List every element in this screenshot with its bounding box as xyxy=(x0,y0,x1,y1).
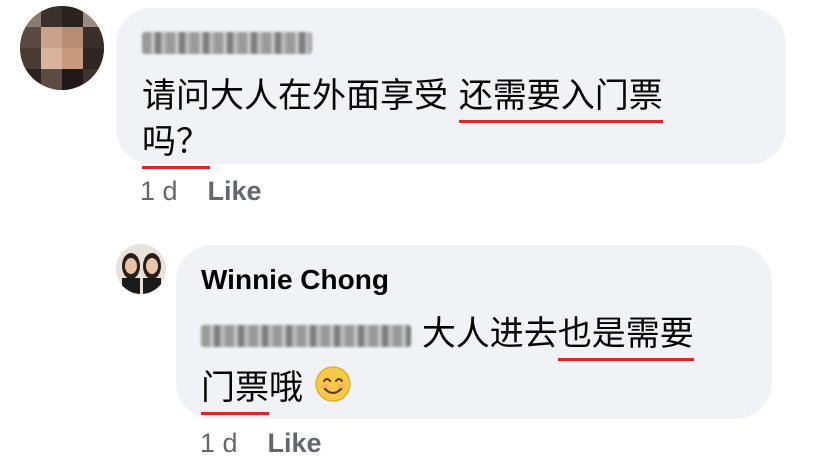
commenter-avatar[interactable] xyxy=(20,6,104,90)
reply-author-name[interactable]: Winnie Chong xyxy=(201,264,389,296)
pixelated-avatar-icon xyxy=(20,6,104,90)
smiling-face-emoji-icon xyxy=(314,365,352,412)
like-button[interactable]: Like xyxy=(268,428,322,458)
underlined-phrase: 还需要入门票 xyxy=(458,76,663,123)
like-button[interactable]: Like xyxy=(208,176,262,206)
underlined-phrase: 吗？ xyxy=(142,122,210,169)
comment-author-name[interactable] xyxy=(142,32,312,54)
reply-timestamp[interactable]: 1 d xyxy=(200,428,238,458)
comment-timestamp[interactable]: 1 d xyxy=(140,176,178,206)
reply-text-line-2: 门票哦 xyxy=(201,360,352,415)
comment-meta: 1 d Like xyxy=(140,176,262,207)
underlined-phrase: 也是需要 xyxy=(557,314,694,361)
comment-text-line-2: 吗？ xyxy=(142,114,210,169)
blurred-author-name xyxy=(142,32,312,54)
comment-text-line-1: 请问大人在外面享受 还需要入门票 xyxy=(142,68,663,123)
underlined-phrase: 门票 xyxy=(201,368,269,415)
reply-meta: 1 d Like xyxy=(200,428,322,459)
reply-avatar[interactable] xyxy=(116,244,166,294)
reply-text-line-1: 大人进去也是需要 xyxy=(201,306,694,361)
blurred-mention[interactable] xyxy=(201,324,411,347)
profile-photo-icon xyxy=(116,244,166,294)
